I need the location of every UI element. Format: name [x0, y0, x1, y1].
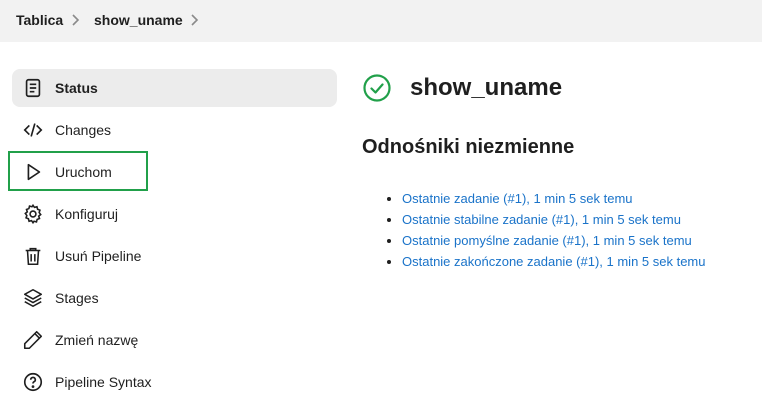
sidebar-item-rename[interactable]: Zmień nazwę	[12, 321, 337, 359]
document-icon	[22, 77, 44, 99]
sidebar-item-stages[interactable]: Stages	[12, 279, 337, 317]
sidebar-item-run[interactable]: Uruchom	[12, 153, 337, 191]
breadcrumb-dashboard-link[interactable]: Tablica	[16, 12, 63, 28]
list-item: Ostatnie zakończone zadanie (#1), 1 min …	[402, 251, 706, 272]
sidebar-item-label: Pipeline Syntax	[55, 374, 152, 390]
section-title: Odnośniki niezmienne	[362, 136, 575, 158]
list-item: Ostatnie pomyślne zadanie (#1), 1 min 5 …	[402, 230, 706, 251]
sidebar: Status Changes Uruchom Konfiguruj Usuń P…	[12, 69, 337, 405]
code-icon	[22, 119, 44, 141]
sidebar-item-label: Stages	[55, 290, 99, 306]
chevron-right-icon[interactable]	[188, 13, 200, 27]
help-icon	[22, 371, 44, 393]
check-circle-icon	[363, 74, 391, 102]
sidebar-item-label: Usuń Pipeline	[55, 248, 142, 264]
pencil-icon	[22, 329, 44, 351]
sidebar-item-label: Changes	[55, 122, 112, 138]
main-content: show_uname Odnośniki niezmienne Ostatnie…	[362, 70, 752, 269]
permalink-last-build[interactable]: Ostatnie zadanie (#1), 1 min 5 sek temu	[402, 191, 633, 206]
gear-icon	[22, 203, 44, 225]
sidebar-item-changes[interactable]: Changes	[12, 111, 337, 149]
job-header: show_uname	[362, 70, 752, 106]
sidebar-item-label: Konfiguruj	[55, 206, 119, 222]
list-item: Ostatnie stabilne zadanie (#1), 1 min 5 …	[402, 209, 706, 230]
list-item: Ostatnie zadanie (#1), 1 min 5 sek temu	[402, 188, 706, 209]
sidebar-item-label: Status	[55, 80, 98, 96]
trash-icon	[22, 245, 44, 267]
permalink-last-stable-build[interactable]: Ostatnie stabilne zadanie (#1), 1 min 5 …	[402, 212, 681, 227]
page-title: show_uname	[410, 74, 563, 101]
sidebar-item-configure[interactable]: Konfiguruj	[12, 195, 337, 233]
sidebar-item-status[interactable]: Status	[12, 69, 337, 107]
breadcrumb: Tablica show_uname	[0, 0, 762, 42]
play-icon	[22, 161, 44, 183]
sidebar-item-label: Zmień nazwę	[55, 332, 139, 348]
permalink-last-completed-build[interactable]: Ostatnie zakończone zadanie (#1), 1 min …	[402, 254, 706, 269]
permalinks-list: Ostatnie zadanie (#1), 1 min 5 sek temu …	[380, 188, 706, 272]
chevron-right-icon	[72, 14, 80, 26]
sidebar-item-pipeline-syntax[interactable]: Pipeline Syntax	[12, 363, 337, 401]
permalink-last-successful-build[interactable]: Ostatnie pomyślne zadanie (#1), 1 min 5 …	[402, 233, 692, 248]
layers-icon	[22, 287, 44, 309]
breadcrumb-job-link[interactable]: show_uname	[94, 12, 183, 28]
sidebar-item-label: Uruchom	[55, 164, 112, 180]
sidebar-item-delete-pipeline[interactable]: Usuń Pipeline	[12, 237, 337, 275]
